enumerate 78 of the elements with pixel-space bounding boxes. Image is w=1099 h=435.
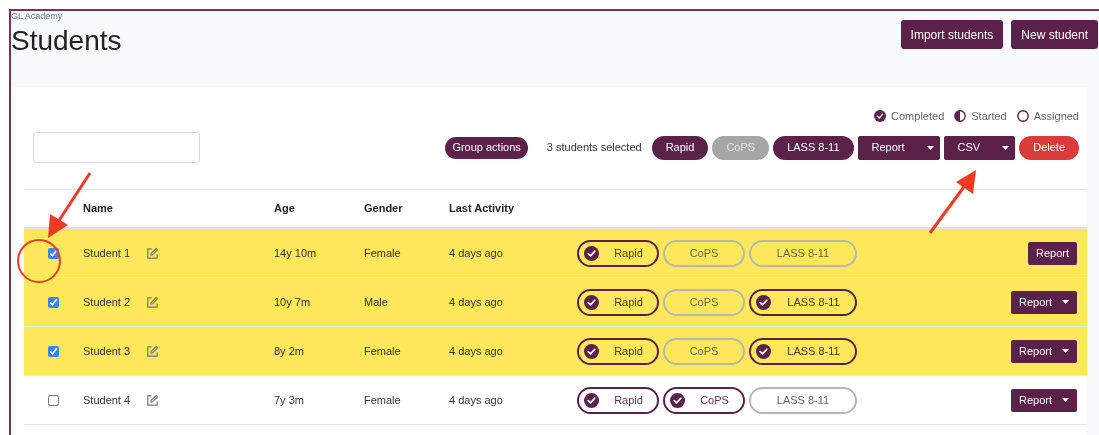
caret-icon [926, 145, 934, 150]
edit-icon[interactable] [146, 295, 160, 309]
legend-label: Started [971, 108, 1007, 124]
edit-icon[interactable] [146, 344, 160, 358]
test-pill[interactable]: Rapid [577, 337, 659, 365]
delete-button[interactable]: Delete [1019, 135, 1079, 160]
row-checkbox[interactable] [48, 296, 59, 308]
highlight-circle [16, 238, 62, 284]
legend-label: Completed [891, 108, 945, 124]
table-cell-text: Female [364, 245, 402, 261]
test-pill[interactable]: LASS 8-11 [749, 386, 857, 414]
table-cell-text: 10y 7m [274, 294, 312, 310]
report-button[interactable]: Report [1027, 241, 1077, 265]
caret-icon [1062, 300, 1069, 304]
report-button[interactable]: Report [1010, 290, 1077, 314]
check-circle-icon [874, 110, 887, 122]
check-circle-icon [756, 343, 771, 359]
circle-icon [1016, 110, 1029, 122]
student-name: Student 2 [83, 294, 131, 310]
table-cell-text: 4 days ago [449, 392, 504, 408]
edit-icon[interactable] [146, 393, 160, 407]
table-row[interactable]: Student 1 14y 10m Female 4 days ago Rapid CoPS LASS 8-11 Report [24, 229, 1087, 278]
test-pill[interactable]: Rapid [577, 288, 659, 316]
selection-count: 3 students selected [546, 140, 642, 156]
half-circle-icon [954, 110, 967, 122]
row-checkbox[interactable] [48, 345, 59, 357]
table-cell-text: Female [364, 392, 402, 408]
column-header: Age [274, 201, 296, 217]
test-pill[interactable]: LASS 8-11 [749, 337, 857, 365]
check-circle-icon [670, 392, 685, 408]
row-checkbox[interactable] [48, 394, 59, 406]
table-cell-text: 4 days ago [449, 343, 504, 359]
table-cell-text: 7y 3m [274, 392, 305, 408]
search-field[interactable] [33, 132, 200, 163]
test-button[interactable]: LASS 8-11 [773, 135, 854, 160]
table-row[interactable]: Student 3 8y 2m Female 4 days ago Rapid CoPS LASS 8-11 Report [24, 327, 1087, 376]
table-row[interactable]: Student 2 10y 7m Male 4 days ago Rapid CoPS LASS 8-11 Report [24, 278, 1087, 327]
report-button[interactable]: Report [1010, 339, 1077, 363]
test-pill[interactable]: CoPS [663, 239, 745, 267]
column-header: Gender [364, 201, 404, 217]
test-pill[interactable]: Rapid [577, 386, 659, 414]
row-checkbox[interactable] [48, 247, 59, 259]
table-cell-text: Female [364, 343, 402, 359]
table-cell-text: 4 days ago [449, 294, 504, 310]
header-button[interactable]: New student [1011, 20, 1098, 49]
check-circle-icon [756, 294, 771, 310]
breadcrumb[interactable]: GL Academy [11, 11, 122, 22]
check-circle-icon [584, 245, 599, 261]
test-pill[interactable]: CoPS [663, 337, 745, 365]
check-circle-icon [584, 392, 599, 408]
caret-icon [1062, 349, 1069, 353]
column-header: Last Activity [449, 201, 515, 217]
header-button[interactable]: Import students [900, 20, 1004, 49]
edit-icon[interactable] [146, 246, 160, 260]
page-title: Students [11, 24, 122, 58]
column-header: Name [83, 201, 114, 217]
table-cell-text: Male [364, 294, 389, 310]
student-name: Student 4 [83, 392, 131, 408]
test-pill[interactable]: CoPS [663, 288, 745, 316]
test-pill[interactable]: CoPS [663, 386, 745, 414]
table-cell-text: 4 days ago [449, 245, 504, 261]
table-cell-text: 8y 2m [274, 343, 305, 359]
report-button[interactable]: Report [1010, 388, 1077, 412]
student-name: Student 1 [83, 245, 131, 261]
caret-icon [1062, 398, 1069, 402]
student-name: Student 3 [83, 343, 131, 359]
dropdown-button[interactable]: Report [857, 135, 940, 160]
check-circle-icon [584, 343, 599, 359]
group-actions-button[interactable]: Group actions [445, 136, 528, 159]
test-button[interactable]: Rapid [651, 135, 709, 160]
legend-label: Assigned [1033, 108, 1079, 124]
caret-icon [1002, 145, 1010, 150]
test-pill[interactable]: LASS 8-11 [749, 288, 857, 316]
test-pill[interactable]: Rapid [577, 239, 659, 267]
table-cell-text: 14y 10m [274, 245, 318, 261]
test-pill[interactable]: LASS 8-11 [749, 239, 857, 267]
dropdown-button[interactable]: CSV [943, 135, 1016, 160]
check-circle-icon [584, 294, 599, 310]
